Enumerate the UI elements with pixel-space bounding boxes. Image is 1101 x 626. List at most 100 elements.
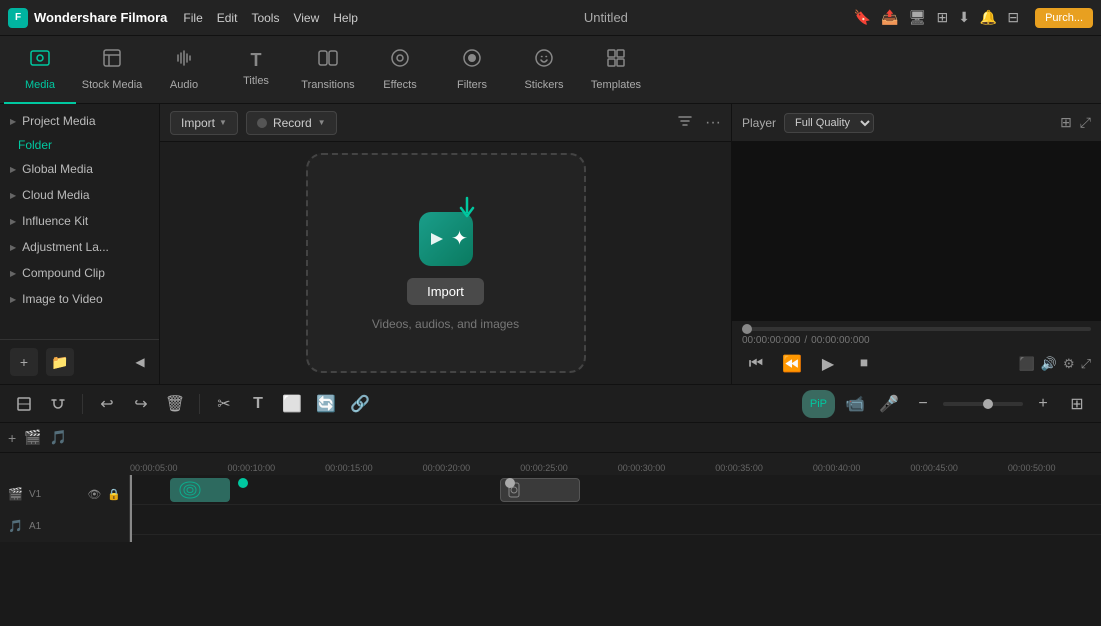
fullscreen-icon[interactable]: ⤢: [1080, 114, 1091, 131]
filter-icon[interactable]: [677, 113, 693, 132]
track-lock-icon[interactable]: 🔒: [107, 488, 121, 501]
app-logo: F Wondershare Filmora: [8, 8, 167, 28]
crop-button[interactable]: ⬜: [278, 390, 306, 418]
sidebar-item-adjustment-layer[interactable]: ▶ Adjustment La...: [0, 234, 159, 260]
player-settings-icon[interactable]: ⚙: [1063, 356, 1075, 372]
import-dropzone[interactable]: Import Videos, audios, and images: [306, 153, 586, 373]
more-options-icon[interactable]: ···: [705, 114, 721, 132]
monitor-icon[interactable]: 🖥: [909, 9, 927, 26]
sidebar-item-compound-clip[interactable]: ▶ Compound Clip: [0, 260, 159, 286]
arrow-icon: ▶: [10, 117, 16, 126]
zoom-handle[interactable]: [983, 399, 993, 409]
apps-icon[interactable]: ⊟: [1007, 9, 1019, 26]
menu-file[interactable]: File: [183, 11, 202, 25]
pip-toggle[interactable]: PiP: [802, 390, 835, 418]
timeline-add-track-button[interactable]: +: [8, 430, 16, 446]
ruler-label-3: 00:00:20:00: [423, 463, 471, 473]
toolbar-item-effects[interactable]: Effects: [364, 36, 436, 104]
undo-button[interactable]: ↩: [93, 390, 121, 418]
speed-button[interactable]: 🔄: [312, 390, 340, 418]
window-title: Untitled: [374, 10, 838, 25]
player-clip-mode-icon[interactable]: ⬛: [1019, 356, 1035, 372]
grid-icon[interactable]: ⊞: [936, 9, 948, 26]
player-step-back-button[interactable]: ⏪: [778, 350, 806, 378]
layout-button[interactable]: ⊞: [1063, 390, 1091, 418]
player-audio-icon[interactable]: 🔊: [1041, 356, 1057, 372]
cut-button[interactable]: ✂: [210, 390, 238, 418]
ruler-mark-0: 00:00:05:00: [130, 463, 178, 473]
record-screen-icon[interactable]: 📹: [841, 390, 869, 418]
zoom-slider[interactable]: [943, 402, 1023, 406]
link-button[interactable]: 🔗: [346, 390, 374, 418]
redo-button[interactable]: ↪: [127, 390, 155, 418]
timeline-audio-icon[interactable]: 🎵: [50, 429, 67, 446]
menu-tools[interactable]: Tools: [251, 11, 279, 25]
timeline-video-icon[interactable]: 🎬: [24, 429, 41, 446]
player-stop-button[interactable]: ⏹: [850, 350, 878, 378]
sidebar-section-project: ▶ Project Media Folder: [0, 108, 159, 156]
sidebar-item-global-media[interactable]: ▶ Global Media: [0, 156, 159, 182]
plus-button[interactable]: +: [1029, 390, 1057, 418]
menu-help[interactable]: Help: [333, 11, 358, 25]
ruler-mark-8: 00:00:45:00: [910, 463, 958, 473]
timeline: + 🎬 🎵 00:00:05:00 00:00:10:00 00:00:15:0…: [0, 422, 1101, 542]
timeline-ruler: 00:00:05:00 00:00:10:00 00:00:15:00 00:0…: [0, 453, 1101, 475]
download-arrow-icon: [457, 196, 477, 227]
toolbar-item-stickers[interactable]: Stickers: [508, 36, 580, 104]
dropzone-import-button[interactable]: Import: [407, 278, 484, 305]
magnet-button[interactable]: [44, 390, 72, 418]
player-timeline-handle[interactable]: [742, 324, 752, 334]
player-skip-back-button[interactable]: ⏮: [742, 350, 770, 378]
toolbar-item-filters[interactable]: Filters: [436, 36, 508, 104]
menu-view[interactable]: View: [293, 11, 319, 25]
toolbar-transitions-label: Transitions: [301, 79, 354, 91]
track-video-label: V1: [29, 489, 41, 500]
player-time-current: 00:00:00:000: [742, 335, 800, 346]
snap-button[interactable]: [10, 390, 38, 418]
transitions-icon: [317, 47, 339, 75]
stickers-icon: [533, 47, 555, 75]
player-time-separator: /: [804, 335, 807, 346]
download-icon[interactable]: ⬇: [958, 9, 970, 26]
import-button[interactable]: Import ▼: [170, 111, 238, 135]
share-icon[interactable]: 📤: [881, 9, 898, 26]
menu-edit[interactable]: Edit: [217, 11, 238, 25]
grid-view-icon[interactable]: ⊞: [1060, 114, 1072, 131]
quality-select[interactable]: Full Quality: [784, 113, 874, 133]
toolbar-item-stock-media[interactable]: Stock Media: [76, 36, 148, 104]
sidebar-influence-kit-label: Influence Kit: [22, 214, 88, 228]
toolbar-item-audio[interactable]: Audio: [148, 36, 220, 104]
sidebar-collapse-button[interactable]: ◀: [131, 348, 149, 376]
minus-button[interactable]: −: [909, 390, 937, 418]
delete-button[interactable]: 🗑: [161, 390, 189, 418]
sidebar-item-influence-kit[interactable]: ▶ Influence Kit: [0, 208, 159, 234]
player-controls: 00:00:00:000 / 00:00:00:000 ⏮ ⏪ ▶ ⏹ ⬛ 🔊 …: [732, 321, 1101, 384]
toolbar-item-templates[interactable]: Templates: [580, 36, 652, 104]
clip-gray-handle: [505, 478, 515, 488]
sidebar-item-project-media[interactable]: ▶ Project Media: [0, 108, 159, 134]
player-timeline-bar[interactable]: [742, 327, 1091, 331]
bookmark-icon[interactable]: 🔖: [854, 9, 871, 26]
record-button[interactable]: Record ▼: [246, 111, 337, 135]
track-eye-icon[interactable]: 👁: [87, 488, 101, 501]
purchase-button[interactable]: Purch...: [1035, 8, 1093, 28]
toolbar-item-media[interactable]: Media: [4, 36, 76, 104]
toolbar-item-titles[interactable]: T Titles: [220, 36, 292, 104]
microphone-icon[interactable]: 🎤: [875, 390, 903, 418]
toolbar-item-transitions[interactable]: Transitions: [292, 36, 364, 104]
player-expand-icon[interactable]: ⤢: [1081, 356, 1091, 372]
sidebar-item-image-to-video[interactable]: ▶ Image to Video: [0, 286, 159, 312]
toolbar-separator: [82, 394, 83, 414]
ruler-label-9: 00:00:50:00: [1008, 463, 1056, 473]
text-button[interactable]: T: [244, 390, 272, 418]
player-play-button[interactable]: ▶: [814, 350, 842, 378]
notification-icon[interactable]: 🔔: [980, 9, 997, 26]
sidebar-item-cloud-media[interactable]: ▶ Cloud Media: [0, 182, 159, 208]
audio-icon: [173, 47, 195, 75]
toolbar-templates-label: Templates: [591, 79, 641, 91]
playhead: [130, 475, 132, 542]
sidebar-folder-button[interactable]: 📁: [46, 348, 74, 376]
clip-fingerprint[interactable]: [170, 478, 230, 502]
sidebar-item-folder[interactable]: Folder: [0, 134, 159, 156]
sidebar-add-button[interactable]: +: [10, 348, 38, 376]
